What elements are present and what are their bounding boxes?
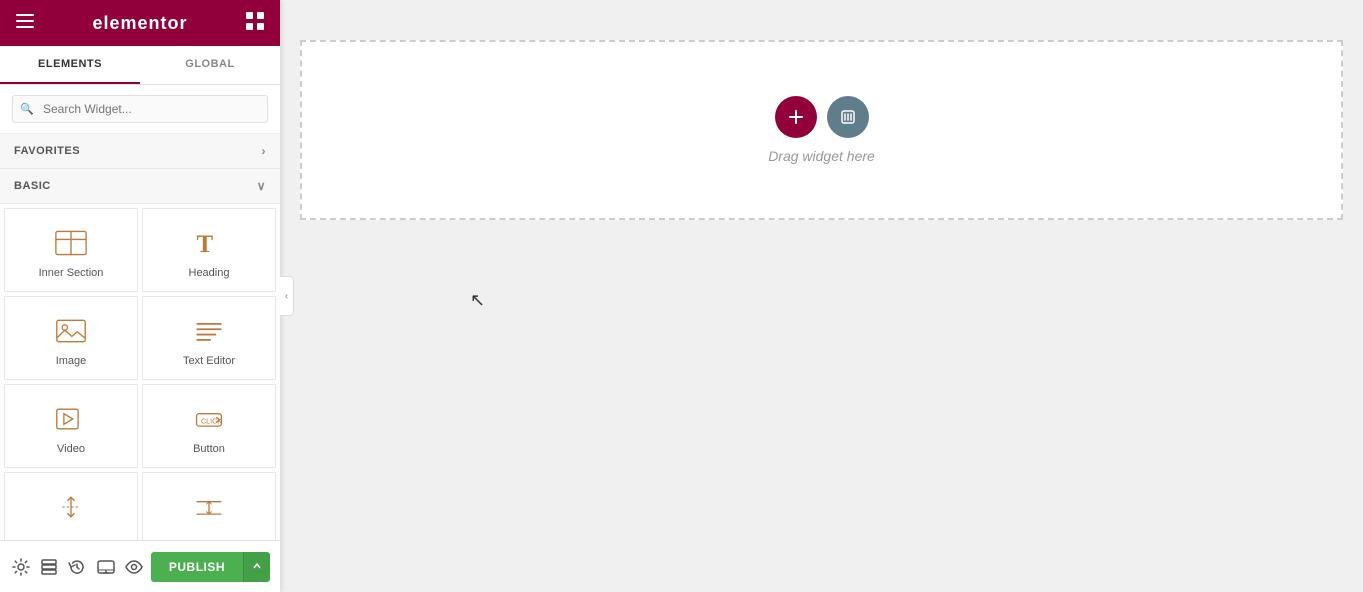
publish-button[interactable]: PUBLISH [151,552,243,582]
widget-divider[interactable] [142,472,276,540]
publish-arrow-button[interactable] [243,552,270,582]
widget-spacer[interactable] [4,472,138,540]
button-icon: CLICK [193,403,225,435]
inner-section-icon [55,227,87,259]
text-editor-label: Text Editor [183,355,235,367]
canvas-drop-zone[interactable]: Drag widget here [300,40,1343,220]
history-footer-icon[interactable] [66,551,88,583]
layers-footer-icon[interactable] [38,551,60,583]
sidebar-header: elementor [0,0,280,46]
sidebar-footer: PUBLISH [0,540,280,592]
video-label: Video [57,443,85,455]
text-editor-icon [193,315,225,347]
spacer-icon [55,491,87,523]
search-input[interactable] [12,95,268,123]
image-label: Image [56,355,87,367]
cursor-indicator: ↖ [470,290,485,311]
add-widget-button[interactable] [775,96,817,138]
drag-widget-text: Drag widget here [768,148,875,164]
svg-text:T: T [197,231,214,258]
eye-footer-icon[interactable] [123,551,145,583]
favorites-label: FAVORITES [14,145,80,157]
favorites-section-header[interactable]: FAVORITES › [0,134,280,169]
widget-button[interactable]: CLICK Button [142,384,276,468]
basic-section-header[interactable]: BASIC ∨ [0,169,280,204]
settings-footer-icon[interactable] [10,551,32,583]
widget-heading[interactable]: T Heading [142,208,276,292]
publish-button-wrap: PUBLISH [151,552,270,582]
basic-chevron-icon: ∨ [257,179,266,193]
inner-section-label: Inner Section [39,267,104,279]
widget-inner-section[interactable]: Inner Section [4,208,138,292]
divider-icon [193,491,225,523]
responsive-footer-icon[interactable] [95,551,117,583]
video-icon [55,403,87,435]
widget-grid: Inner Section T Heading Image [0,204,280,540]
widget-image[interactable]: Image [4,296,138,380]
heading-icon: T [193,227,225,259]
button-label: Button [193,443,225,455]
basic-label: BASIC [14,180,51,192]
tab-elements[interactable]: ELEMENTS [0,46,140,84]
elementor-logo: elementor [92,13,187,34]
widget-settings-button[interactable] [827,96,869,138]
sidebar-collapse-handle[interactable]: ‹ [280,276,294,316]
hamburger-icon[interactable] [16,14,34,33]
heading-label: Heading [189,267,230,279]
canvas-area: Drag widget here ↖ [280,0,1363,592]
tab-global[interactable]: GLOBAL [140,46,280,84]
grid-icon[interactable] [246,12,264,35]
search-field-wrap [12,95,268,123]
image-icon [55,315,87,347]
widget-text-editor[interactable]: Text Editor [142,296,276,380]
sidebar-tabs: ELEMENTS GLOBAL [0,46,280,85]
search-wrapper [0,85,280,134]
widget-video[interactable]: Video [4,384,138,468]
favorites-chevron-icon: › [262,144,267,158]
drag-widget-actions [775,96,869,138]
sidebar: elementor ELEMENTS GLOBAL FAVORITES › BA… [0,0,280,592]
